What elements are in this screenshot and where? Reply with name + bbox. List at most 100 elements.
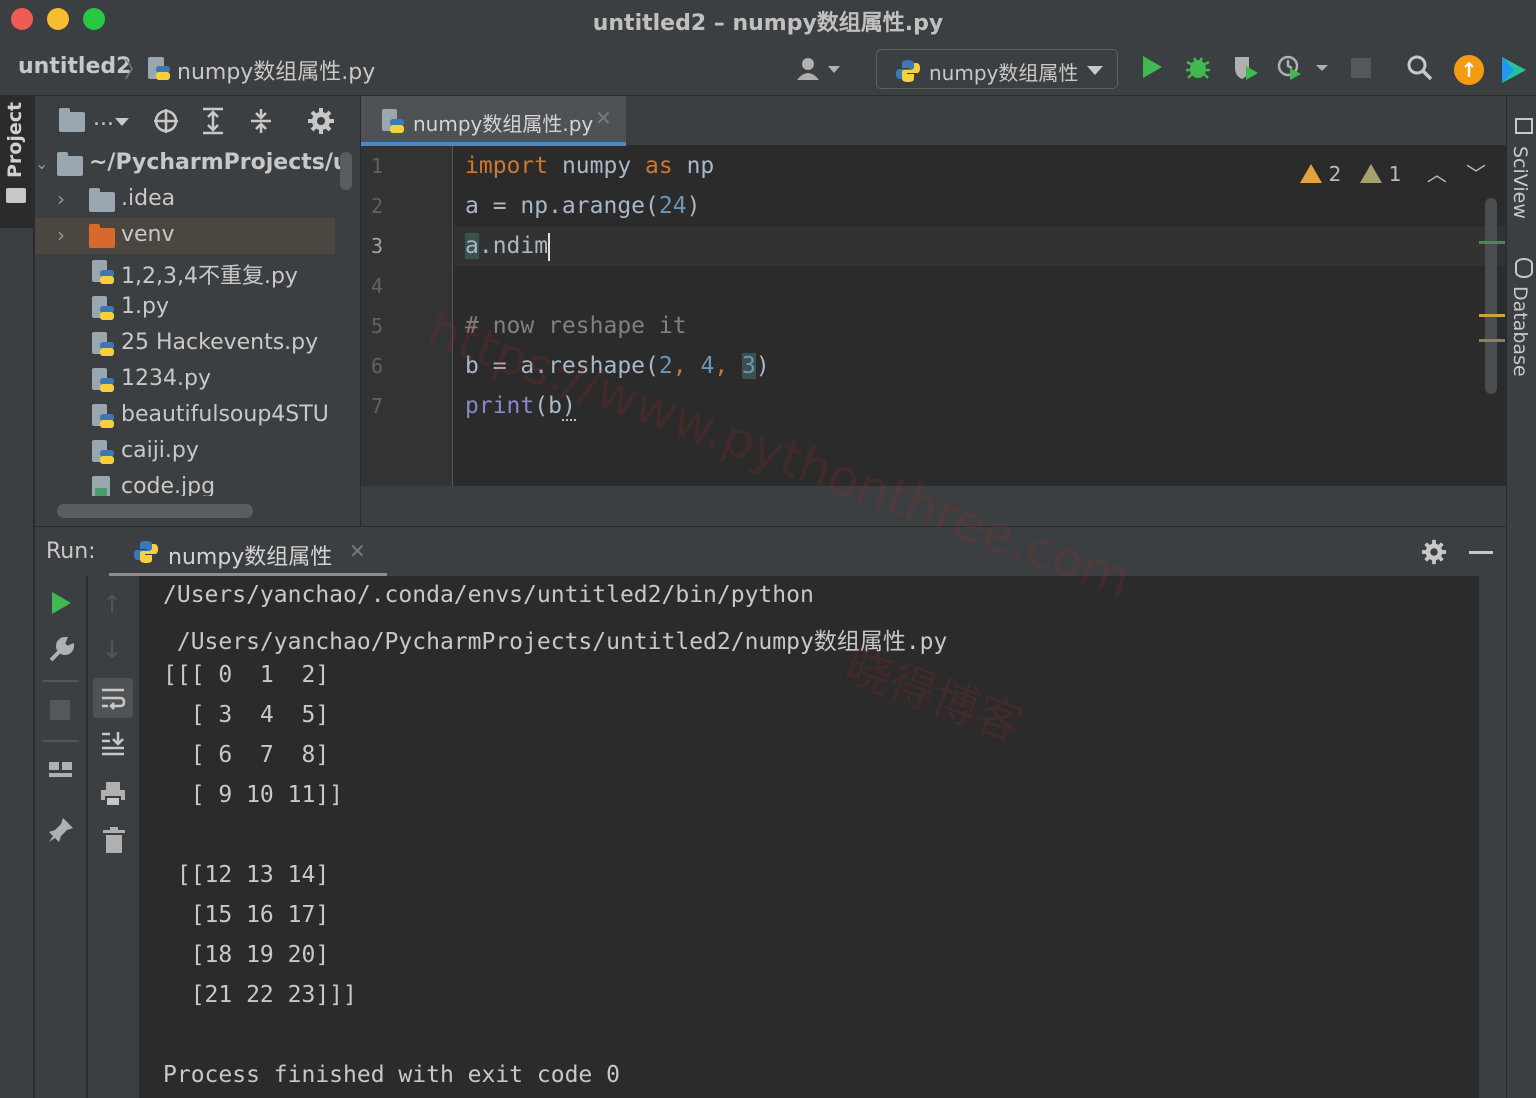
code-token: ) (561, 393, 576, 421)
run-icon[interactable] (1140, 54, 1164, 80)
expand-all-icon[interactable] (201, 107, 225, 135)
tree-item-file[interactable]: beautifulsoup4STU (35, 398, 335, 434)
inspection-widget[interactable]: 2 1 ︿ ﹀ (1300, 158, 1486, 187)
code-editor[interactable]: 1 2 3 4 5 6 7 import numpy as np a = np.… (361, 146, 1506, 486)
scroll-to-end-icon[interactable] (100, 730, 126, 756)
gear-icon[interactable] (1421, 539, 1447, 565)
editor-tab-label: numpy数组属性.py (413, 112, 594, 136)
editor-tab-active[interactable]: numpy数组属性.py ✕ (361, 96, 626, 146)
line-number: 2 (371, 194, 384, 218)
stop-icon[interactable] (1351, 58, 1371, 78)
arrow-down-icon[interactable]: ↓ (102, 636, 122, 664)
breadcrumb-file[interactable]: numpy数组属性.py (177, 54, 375, 86)
tree-root[interactable]: ⌄ ~/PycharmProjects/u (35, 146, 349, 182)
wrench-icon[interactable] (47, 636, 75, 664)
user-icon[interactable] (796, 56, 844, 82)
rerun-icon[interactable] (49, 590, 73, 616)
chevron-right-icon[interactable]: › (57, 223, 65, 247)
run-with-coverage-icon[interactable] (1232, 54, 1260, 82)
code-line-1: import numpy as np (465, 146, 714, 186)
minimize-panel-icon[interactable] (1469, 551, 1493, 554)
tree-item-file[interactable]: code.jpg (35, 470, 335, 496)
debug-icon[interactable] (1185, 54, 1211, 80)
layout-icon[interactable] (47, 758, 75, 782)
pin-icon[interactable] (47, 816, 75, 844)
project-tool-tab[interactable]: Project (0, 96, 34, 228)
code-token: a (465, 233, 479, 259)
navigation-bar: untitled2 〉 numpy数组属性.py numpy数组属性 ↑ (0, 38, 1536, 96)
chevron-down-icon[interactable] (115, 118, 129, 126)
project-horizontal-scrollbar[interactable] (57, 504, 253, 518)
weak-warning-marker[interactable] (1479, 339, 1505, 342)
run-tab[interactable]: numpy数组属性 ✕ (109, 527, 387, 577)
tree-item-file[interactable]: caiji.py (35, 434, 335, 470)
plugin-icon[interactable] (1500, 55, 1528, 85)
number-literal: 3 (742, 353, 756, 379)
console-scrollbar-track[interactable] (1479, 576, 1506, 1098)
folder-icon (6, 188, 26, 203)
search-icon[interactable] (1406, 54, 1434, 82)
chevron-right-icon[interactable]: › (57, 187, 65, 211)
sciview-tab[interactable]: SciView (1509, 146, 1531, 219)
database-tab[interactable]: Database (1509, 286, 1531, 377)
stop-icon[interactable] (50, 700, 70, 720)
tree-item-idea[interactable]: › .idea (35, 182, 335, 218)
database-icon[interactable] (1515, 258, 1533, 278)
code-line-7: print(b) (465, 386, 576, 426)
code-token: np (672, 153, 715, 179)
toolbar-divider (43, 680, 79, 682)
sciview-icon[interactable] (1515, 118, 1533, 134)
chevron-down-icon[interactable]: ⌄ (35, 154, 48, 173)
soft-wrap-button[interactable] (93, 678, 133, 718)
profile-icon[interactable] (1276, 54, 1332, 82)
chevron-up-icon[interactable]: ︿ (1427, 162, 1447, 186)
trash-icon[interactable] (102, 826, 126, 854)
close-icon[interactable]: ✕ (595, 106, 612, 130)
project-view-dropdown[interactable]: ... (93, 106, 114, 131)
warning-marker[interactable] (1479, 314, 1505, 317)
gear-icon[interactable] (307, 107, 335, 135)
console-line: [21 22 23]]] (163, 982, 357, 1008)
python-file-icon (92, 440, 114, 464)
console-line: [ 9 10 11]] (163, 782, 344, 808)
code-token: b = a.reshape( (465, 353, 659, 379)
tree-item-file[interactable]: 1.py (35, 290, 335, 326)
tree-item-file[interactable]: 1234.py (35, 362, 335, 398)
code-token: , (672, 353, 701, 379)
tree-item-label: .idea (121, 186, 176, 211)
excluded-folder-icon (89, 224, 115, 248)
tree-item-file[interactable]: 1,2,3,4不重复.py (35, 254, 335, 290)
line-number-gutter: 1 2 3 4 5 6 7 (361, 146, 453, 486)
folder-icon (89, 188, 115, 212)
code-line-3: a.ndim (465, 226, 551, 266)
run-tab-label: numpy数组属性 (168, 545, 333, 570)
print-icon[interactable] (99, 780, 127, 808)
editor-bottom-bar (361, 486, 1506, 526)
collapse-all-icon[interactable] (249, 107, 273, 135)
code-line-2: a = np.arange(24) (465, 186, 700, 226)
tree-item-venv[interactable]: › venv (35, 218, 335, 254)
folder-icon (57, 152, 83, 176)
arrow-up-icon[interactable]: ↑ (102, 590, 122, 618)
tree-item-label: 1.py (121, 294, 169, 319)
run-configuration-select[interactable]: numpy数组属性 (876, 49, 1118, 89)
chevron-down-icon[interactable]: ﹀ (1466, 162, 1486, 186)
close-icon[interactable]: ✕ (349, 539, 366, 563)
line-number: 7 (371, 394, 384, 418)
python-file-icon (92, 260, 114, 284)
code-token: b (548, 393, 562, 419)
tree-item-file[interactable]: 25 Hackevents.py (35, 326, 335, 362)
python-file-icon (92, 368, 114, 392)
editor-vertical-scrollbar[interactable] (1485, 198, 1497, 394)
update-icon[interactable]: ↑ (1454, 55, 1484, 85)
breadcrumb-project[interactable]: untitled2 (18, 54, 131, 79)
code-token: ) (686, 193, 701, 219)
locate-icon[interactable] (153, 108, 179, 134)
console-line: Process finished with exit code 0 (163, 1062, 620, 1088)
line-number: 3 (371, 234, 384, 258)
console-output[interactable]: /Users/yanchao/.conda/envs/untitled2/bin… (139, 576, 1479, 1098)
image-file-icon (92, 476, 110, 496)
project-vertical-scrollbar[interactable] (340, 152, 352, 190)
console-line: [ 3 4 5] (163, 702, 330, 728)
run-panel-title: Run: (46, 539, 96, 564)
